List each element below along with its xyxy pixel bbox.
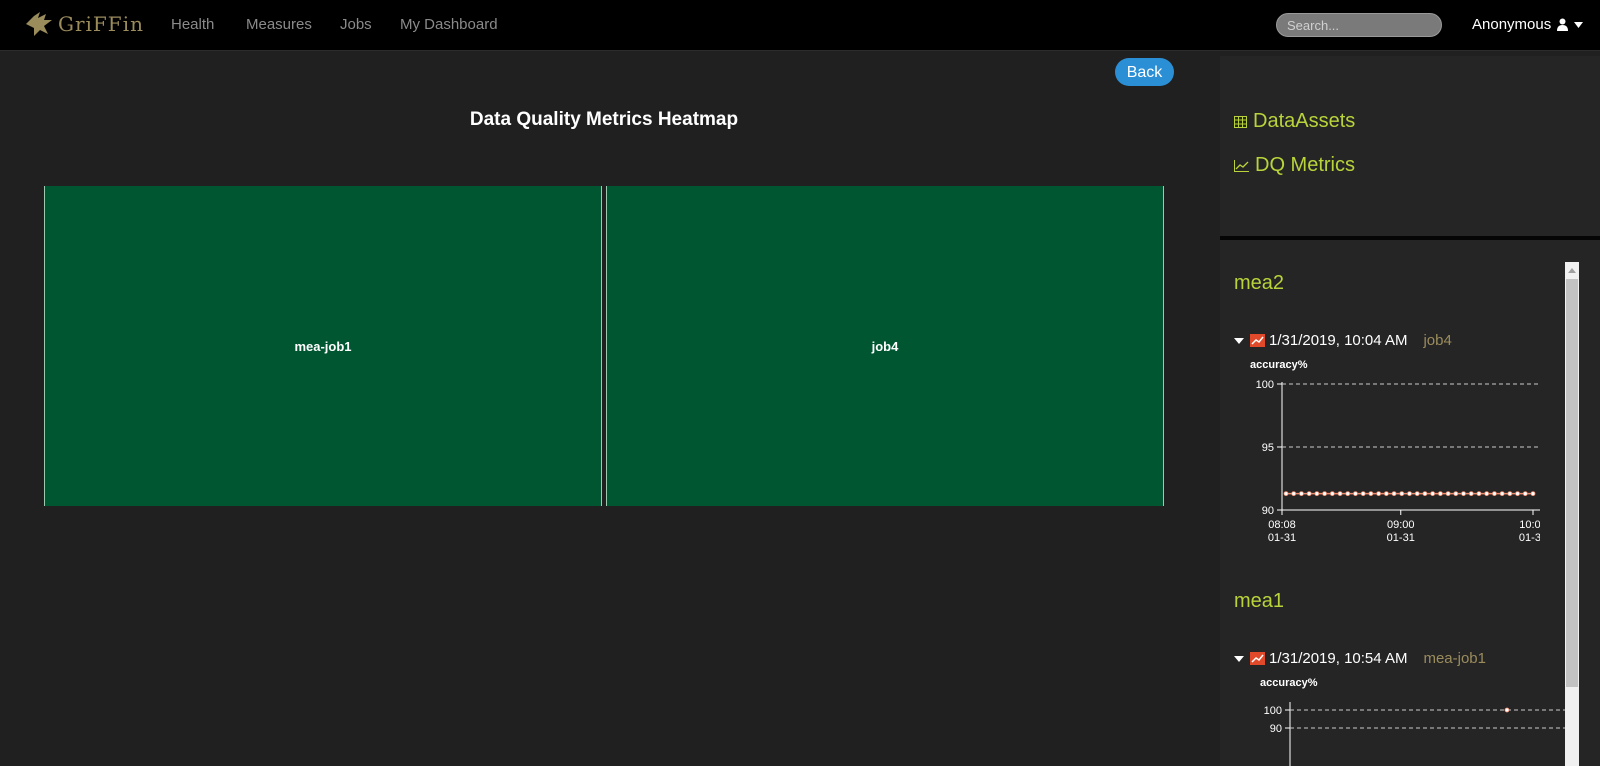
search-input[interactable] (1276, 13, 1442, 37)
caret-down-icon (1574, 21, 1584, 28)
sidebar-link-dq-metrics[interactable]: DQ Metrics (1234, 154, 1355, 177)
caret-down-icon[interactable] (1234, 655, 1244, 662)
y-tick-label: 95 (1262, 442, 1274, 454)
heatmap-cell-job4[interactable]: job4 (606, 186, 1164, 506)
y-tick-label: 90 (1262, 505, 1274, 517)
data-point (1437, 491, 1443, 497)
data-point (1306, 491, 1312, 497)
data-point (1499, 491, 1505, 497)
data-point (1414, 491, 1420, 497)
top-navbar: GriFFin Health Measures Jobs My Dashboar… (0, 0, 1600, 51)
y-tick-label: 100 (1264, 705, 1282, 717)
data-point (1504, 707, 1510, 713)
x-tick-label: 01-31 (1387, 532, 1415, 544)
data-point (1329, 491, 1335, 497)
accuracy-chart-mea1: accuracy% 90 100 (1260, 677, 1565, 766)
data-point (1422, 491, 1428, 497)
data-point (1453, 491, 1459, 497)
data-point (1322, 491, 1327, 497)
sidebar-link-dataassets[interactable]: DataAssets (1234, 110, 1355, 133)
data-point (1407, 491, 1412, 497)
data-point (1353, 491, 1358, 497)
metric-timestamp: 1/31/2019, 10:54 AM (1269, 650, 1408, 667)
scroll-thumb[interactable] (1566, 279, 1578, 687)
chevron-up-icon (1568, 267, 1576, 273)
y-tick-label: 100 (1256, 379, 1274, 391)
data-point (1430, 491, 1436, 497)
x-tick-label: 01-31 (1268, 532, 1296, 544)
page-title: Data Quality Metrics Heatmap (469, 109, 739, 130)
metric-job-link[interactable]: job4 (1423, 332, 1451, 349)
y-axis-label: accuracy% (1260, 677, 1318, 689)
data-point (1399, 491, 1405, 497)
data-point (1291, 491, 1297, 497)
metric-row-mea2: 1/31/2019, 10:04 AM job4 (1234, 332, 1452, 349)
nav-health[interactable]: Health (171, 16, 214, 33)
metric-job-link[interactable]: mea-job1 (1423, 650, 1486, 667)
section-title-mea2: mea2 (1234, 272, 1285, 294)
y-axis-label: accuracy% (1250, 359, 1308, 371)
caret-down-icon[interactable] (1234, 337, 1244, 344)
metric-timestamp: 1/31/2019, 10:04 AM (1269, 332, 1408, 349)
data-point (1476, 491, 1482, 497)
nav-measures[interactable]: Measures (246, 16, 312, 33)
line-chart-icon (1234, 159, 1249, 172)
heatmap-cell-label: job4 (871, 338, 899, 354)
scroll-up-arrow[interactable] (1565, 262, 1579, 278)
user-menu[interactable]: Anonymous (1472, 16, 1584, 33)
sidebar-nav-panel: DataAssets DQ Metrics (1220, 56, 1600, 236)
metrics-panel: mea2 1/31/2019, 10:04 AM job4 accuracy% 9… (1220, 240, 1600, 766)
data-point (1314, 491, 1320, 497)
chart-icon (1250, 334, 1265, 347)
data-point (1461, 491, 1466, 497)
y-tick-label: 90 (1270, 723, 1282, 735)
user-name: Anonymous (1472, 16, 1552, 33)
data-point (1522, 491, 1528, 497)
data-point (1445, 491, 1451, 497)
heatmap-cell-mea-job1[interactable]: mea-job1 (44, 186, 602, 506)
data-point (1515, 491, 1520, 497)
back-button[interactable]: Back (1115, 58, 1174, 86)
accuracy-chart-mea2: accuracy%909510008:0801-3109:0001-3110:0… (1250, 359, 1540, 544)
table-icon (1234, 115, 1247, 128)
sidebar-link-label: DQ Metrics (1255, 154, 1355, 176)
heatmap: mea-job1 job4 (44, 186, 1164, 506)
data-point (1360, 491, 1366, 497)
data-point (1468, 491, 1474, 497)
metric-row-mea1: 1/31/2019, 10:54 AM mea-job1 (1234, 650, 1486, 667)
user-icon (1557, 18, 1569, 31)
x-tick-label: 08:08 (1268, 519, 1296, 531)
data-point (1530, 491, 1536, 497)
griffin-icon (26, 12, 52, 36)
nav-my-dashboard[interactable]: My Dashboard (400, 16, 498, 33)
data-point (1368, 491, 1374, 497)
data-point (1337, 491, 1343, 497)
section-title-mea1: mea1 (1234, 590, 1285, 612)
data-point (1299, 491, 1304, 497)
data-point (1383, 491, 1389, 497)
data-point (1345, 491, 1351, 497)
data-point (1376, 491, 1382, 497)
heatmap-cell-label: mea-job1 (294, 338, 352, 354)
x-tick-label: 09:00 (1387, 519, 1415, 531)
x-tick-label: 01-31 (1519, 532, 1540, 544)
logo-text: GriFFin (58, 12, 144, 36)
chart-icon (1250, 652, 1265, 665)
data-point (1492, 491, 1497, 497)
sidebar-link-label: DataAssets (1253, 110, 1356, 132)
data-point (1484, 491, 1490, 497)
data-point (1391, 491, 1397, 497)
data-point (1507, 491, 1513, 497)
data-point (1283, 491, 1289, 497)
sidebar-scrollbar[interactable] (1565, 262, 1579, 766)
x-tick-label: 10:00 (1519, 519, 1540, 531)
griffin-logo[interactable]: GriFFin (24, 10, 144, 38)
nav-jobs[interactable]: Jobs (340, 16, 372, 33)
